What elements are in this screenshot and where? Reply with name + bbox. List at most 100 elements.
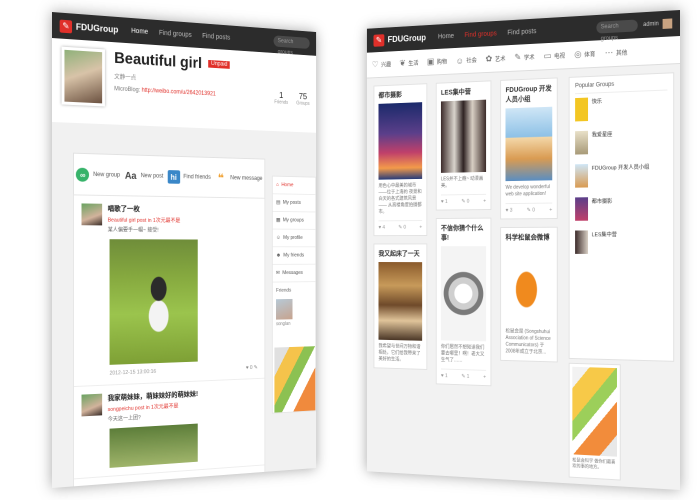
squirrel-logo-image[interactable] (505, 246, 553, 326)
join-icon[interactable]: + (419, 225, 422, 231)
category-shopping[interactable]: ▣ 购物 (427, 56, 447, 67)
category-tv[interactable]: ▭ 电视 (544, 50, 565, 62)
grid-column: LES集中营 LES并不上瘾~ 动漫画美。 ♥ 1 ✎ 0 + 不信你猜个什么事… (435, 80, 492, 394)
comment-button[interactable]: ✎ 0 (398, 225, 406, 231)
friends-icon: ☻ (276, 252, 281, 259)
group-card[interactable]: 都市摄影 用色心中最美的城市 ——位于上海的 夜景和白天的各式建筑风景 —— 从… (373, 83, 428, 237)
comment-button[interactable]: ✎ 0 (461, 199, 469, 205)
heart-icon[interactable]: ♥ (246, 365, 249, 371)
nav-find-posts[interactable]: Find posts (507, 28, 536, 36)
side-item-home[interactable]: ⌂ Home (272, 176, 316, 196)
app-logo[interactable]: ✎ FDUGroup (59, 19, 118, 36)
group-card[interactable]: FDUGroup 开发人员小组 We develop wonderful web… (500, 77, 558, 220)
friend-name[interactable]: songlan (273, 319, 316, 329)
new-message-button[interactable]: ❝ New message (214, 171, 262, 185)
group-title[interactable]: 都市摄影 (378, 89, 422, 100)
like-button[interactable]: ♥ 4 (378, 225, 385, 231)
popular-groups-panel: Popular Groups 快乐 我爱星座 FDUGroup 开发人员小组 都… (568, 72, 675, 362)
like-button[interactable]: ♥ 3 (506, 208, 513, 214)
group-card[interactable]: 松鼠会科学 做你们最喜欢的事的地方。 (568, 362, 621, 481)
stat-groups[interactable]: 75 Groups (296, 91, 309, 107)
join-icon[interactable]: + (549, 207, 552, 213)
post-tools: ♥ 0 ✎ (246, 365, 258, 371)
category-label: 电视 (554, 53, 566, 61)
popular-group-label[interactable]: 快乐 (592, 97, 602, 105)
nav-home[interactable]: Home (131, 27, 148, 35)
group-cover[interactable] (505, 106, 553, 182)
popular-group-label[interactable]: LES集中营 (592, 230, 617, 238)
group-card[interactable]: 我又起床了一天 我希望与世间万物和谐相处，它们给我带来了美好的生活。 (373, 243, 428, 370)
group-cover[interactable] (378, 262, 423, 341)
side-item-messages[interactable]: ✉ Messages (272, 264, 316, 283)
group-card[interactable]: 不信你猜个什么事! 你们居然不想知道我们要去哪里！啊！老大又生气了…… ♥ 1 … (435, 217, 492, 387)
friend-avatar[interactable] (276, 298, 293, 320)
category-society[interactable]: ☺ 社会 (456, 55, 477, 66)
popular-group-item[interactable]: 都市摄影 (575, 196, 667, 226)
post-title[interactable]: 唱歌了一枚 (108, 204, 181, 215)
category-academic[interactable]: ✎ 学术 (514, 51, 534, 63)
group-title[interactable]: 不信你猜个什么事! (441, 223, 486, 242)
avatar[interactable] (81, 393, 103, 417)
blog-link[interactable]: http://weibo.com/u/2642013921 (142, 88, 216, 98)
popular-group-label[interactable]: 我爱星座 (592, 130, 613, 138)
like-button[interactable]: ♥ 1 (441, 199, 448, 205)
nav-find-groups[interactable]: Find groups (464, 30, 496, 38)
nav-find-posts[interactable]: Find posts (202, 32, 230, 41)
post-meta[interactable]: Beautiful girl post in 1次元最不是 (108, 216, 181, 225)
category-sports[interactable]: ◎ 体育 (574, 48, 595, 60)
popular-group-label[interactable]: 都市摄影 (592, 197, 613, 205)
stat-friends-label: Friends (274, 99, 289, 106)
find-friends-button[interactable]: hi Find friends (167, 170, 211, 184)
join-icon[interactable]: + (483, 375, 486, 381)
new-post-button[interactable]: Aa New post (124, 168, 163, 184)
popular-group-item[interactable]: FDUGroup 开发人员小组 (575, 162, 667, 193)
search-input[interactable]: Search groups (273, 35, 310, 56)
like-count: 0 (249, 365, 253, 371)
post-photo[interactable] (109, 423, 198, 468)
category-other[interactable]: ⋯ 其他 (605, 47, 628, 59)
category-label: 其他 (615, 50, 628, 58)
side-item-my-profile[interactable]: ☺ My profile (272, 229, 316, 248)
comment-icon[interactable]: ✎ (254, 365, 258, 371)
stat-friends[interactable]: 1 Friends (274, 90, 289, 106)
books-image[interactable] (572, 366, 617, 457)
app-logo[interactable]: ✎ FDUGroup (373, 31, 426, 47)
avatar[interactable] (81, 203, 103, 226)
popular-group-item[interactable]: LES集中营 (575, 230, 667, 260)
group-cover[interactable] (378, 102, 423, 180)
comment-button[interactable]: ✎ 0 (527, 208, 535, 214)
group-title[interactable]: 我又起床了一天 (378, 249, 422, 258)
nav-home[interactable]: Home (438, 32, 454, 40)
home-icon: ⌂ (276, 182, 279, 188)
side-item-my-posts[interactable]: ▤ My posts (272, 194, 316, 213)
user-menu[interactable]: admin (643, 18, 673, 30)
group-cover[interactable] (440, 246, 487, 342)
post-photo[interactable] (109, 239, 198, 365)
like-button[interactable]: ♥ 1 (441, 373, 448, 379)
new-group-button[interactable]: ∞ New group (76, 167, 120, 183)
category-interest[interactable]: ♡ 兴趣 (372, 59, 391, 70)
group-icon: ▦ (276, 217, 281, 224)
side-item-my-groups[interactable]: ▦ My groups (272, 211, 316, 230)
group-description: We develop wonderful web site applicatio… (505, 184, 550, 198)
card-tools: ♥ 1 ✎ 0 + (440, 193, 487, 205)
group-title[interactable]: FDUGroup 开发人员小组 (506, 83, 553, 104)
category-art[interactable]: ✿ 艺术 (486, 53, 506, 64)
group-card[interactable]: LES集中营 LES并不上瘾~ 动漫画美。 ♥ 1 ✎ 0 + (435, 80, 492, 211)
group-title[interactable]: 科学松鼠会微博 (506, 233, 553, 243)
popular-group-item[interactable]: 快乐 (575, 94, 667, 127)
group-card[interactable]: 科学松鼠会微博 松鼠会是 (Songshuhui Association of … (500, 226, 558, 363)
like-count: 3 (509, 207, 513, 214)
category-life[interactable]: ❦ 生活 (399, 57, 418, 68)
friends-heading: Friends (276, 287, 292, 294)
search-input[interactable]: Search groups (596, 19, 638, 42)
nav-find-groups[interactable]: Find groups (159, 29, 192, 38)
side-item-my-friends[interactable]: ☻ My friends (272, 247, 316, 265)
join-icon[interactable]: + (483, 199, 486, 205)
group-cover[interactable] (440, 99, 487, 173)
side-item-label: My profile (283, 235, 303, 241)
comment-button[interactable]: ✎ 1 (461, 374, 469, 380)
popular-group-label[interactable]: FDUGroup 开发人员小组 (592, 163, 650, 172)
popular-group-item[interactable]: 我爱星座 (575, 128, 667, 160)
group-title[interactable]: LES集中营 (441, 86, 486, 97)
